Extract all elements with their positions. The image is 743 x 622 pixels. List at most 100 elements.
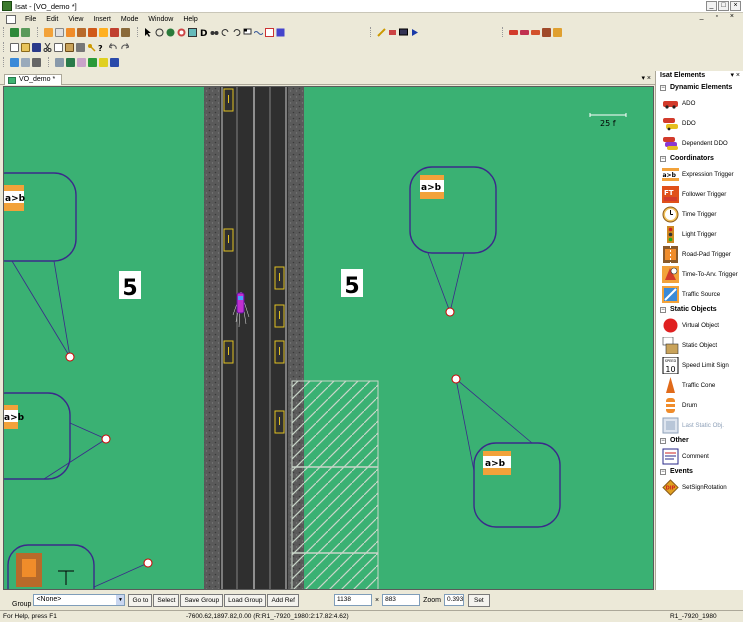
checklist-icon[interactable] [265,27,274,37]
print-icon[interactable] [76,42,85,52]
element-time-to-arrival-trigger[interactable]: Time-To-Arv. Trigger [656,264,743,284]
lanes-icon[interactable] [21,57,30,67]
collapse-icon[interactable]: − [660,306,666,313]
open-folder-icon[interactable] [21,42,30,52]
toolbar-grip[interactable] [37,27,40,37]
cut-icon[interactable] [43,42,52,52]
source-tool-icon[interactable] [121,27,130,37]
paste-icon[interactable] [65,42,74,52]
coord-x-field[interactable]: 1138 [333,594,372,606]
collapse-icon[interactable]: − [660,468,666,475]
element-road-pad-trigger[interactable]: Road-Pad Trigger [656,244,743,264]
coord-y-field[interactable]: 883 [382,594,421,606]
rotate-right-icon[interactable] [232,28,241,37]
key-icon[interactable] [87,43,96,52]
close-button[interactable]: × [730,1,741,11]
route-icon[interactable] [155,28,164,37]
element-ddo[interactable]: DDO [656,113,743,133]
truck-icon[interactable] [542,27,551,37]
select-button[interactable]: Select [153,593,180,607]
hatched-zone[interactable] [291,380,379,590]
mdi-controls[interactable]: _ ▫ × [700,13,739,20]
expression-trigger-tool-icon[interactable] [44,27,53,37]
road-pad-tool-icon[interactable] [77,27,86,37]
time-tool-icon[interactable] [99,27,108,37]
go-to-button[interactable]: Go to [128,593,153,607]
add-ref-button[interactable]: Add Ref [267,593,299,607]
category-coordinators[interactable]: − Coordinators [656,153,743,164]
collapse-icon[interactable]: − [660,155,666,162]
element-virtual-object[interactable]: Virtual Object [656,315,743,335]
d-letter-icon[interactable]: D [199,28,208,37]
collapse-icon[interactable]: − [660,84,666,91]
element-expression-trigger[interactable]: a>b Expression Trigger [656,164,743,184]
copy-icon[interactable] [54,42,63,52]
menu-edit[interactable]: Edit [41,16,63,23]
expression-trigger-region[interactable]: a>b [409,166,497,317]
menu-mode[interactable]: Mode [116,16,144,23]
menu-view[interactable]: View [63,16,88,23]
target-icon[interactable] [177,28,186,37]
window-tile-icon[interactable] [110,57,119,67]
element-follower-trigger[interactable]: FT Follower Trigger [656,184,743,204]
car-3-icon[interactable] [531,29,540,35]
undo-icon[interactable] [109,42,118,52]
new-file-icon[interactable] [10,42,19,52]
car-2-icon[interactable] [520,29,529,35]
element-drum[interactable]: Drum [656,395,743,415]
load-group-button[interactable]: Load Group [224,593,267,607]
grid-icon[interactable] [188,27,197,37]
element-time-trigger[interactable]: Time Trigger [656,204,743,224]
maximize-button[interactable]: □ [718,1,729,11]
monitor-small-icon[interactable] [32,57,41,67]
menu-help[interactable]: Help [178,16,202,23]
save-icon[interactable] [32,42,41,52]
element-speed-limit-sign[interactable]: SPEED 10 Speed Limit Sign [656,355,743,375]
binoculars-icon[interactable] [210,28,219,37]
expression-trigger-region[interactable]: a>b [451,374,561,528]
chart-icon[interactable] [88,57,97,67]
element-traffic-cone[interactable]: Traffic Cone [656,375,743,395]
category-events[interactable]: − Events [656,466,743,477]
rotate-left-icon[interactable] [221,28,230,37]
toolbar-grip[interactable] [3,57,6,67]
car-icon[interactable] [509,29,518,35]
zoom-field[interactable]: 0.393 [443,594,464,606]
group-select[interactable]: <None> ▼ [33,594,126,606]
color-palette-icon[interactable] [99,57,108,67]
checkered-flag-icon[interactable] [243,28,252,37]
toolbar-grip[interactable] [502,27,505,37]
function-icon[interactable] [77,57,86,67]
document-icon[interactable] [6,14,16,24]
panel-controls[interactable]: ▾ × [730,71,740,81]
toolbar-grip[interactable] [370,27,373,37]
collapse-icon[interactable]: − [660,437,666,444]
text-tool-icon[interactable] [55,57,64,67]
green-map-icon[interactable] [10,27,19,37]
chevron-down-icon[interactable]: ▼ [116,595,125,605]
menu-window[interactable]: Window [143,16,178,23]
expression-trigger-region[interactable]: a>b [4,392,111,480]
scenario-canvas[interactable]: 25 f 5 5 a>b a>b a>b a>b [3,86,654,590]
set-button[interactable]: Set [467,593,490,607]
save-group-button[interactable]: Save Group [180,593,224,607]
play-icon[interactable] [410,28,419,37]
toolbar-grip[interactable] [3,27,6,37]
monitor-icon[interactable] [399,28,408,37]
traffic-source-region[interactable] [7,544,153,590]
waves-icon[interactable] [254,28,263,37]
tab-controls[interactable]: ▾ × [641,74,651,82]
toolbar-grip[interactable] [137,27,140,37]
toolbar-grip[interactable] [3,42,6,52]
element-comment[interactable]: Comment [656,446,743,466]
tree-icon[interactable] [66,57,75,67]
globe-icon[interactable] [166,28,175,37]
terrain-icon[interactable] [21,27,30,37]
element-dependent-ddo[interactable]: Dependent DDO [656,133,743,153]
category-dynamic-elements[interactable]: − Dynamic Elements [656,82,743,93]
redo-icon[interactable] [120,42,129,52]
traffic-light-tool-icon[interactable] [110,27,119,37]
element-last-static-object[interactable]: Last Static Obj. [656,415,743,435]
pencil-icon[interactable] [377,27,386,37]
tab-vo-demo[interactable]: VO_demo * [4,74,62,85]
